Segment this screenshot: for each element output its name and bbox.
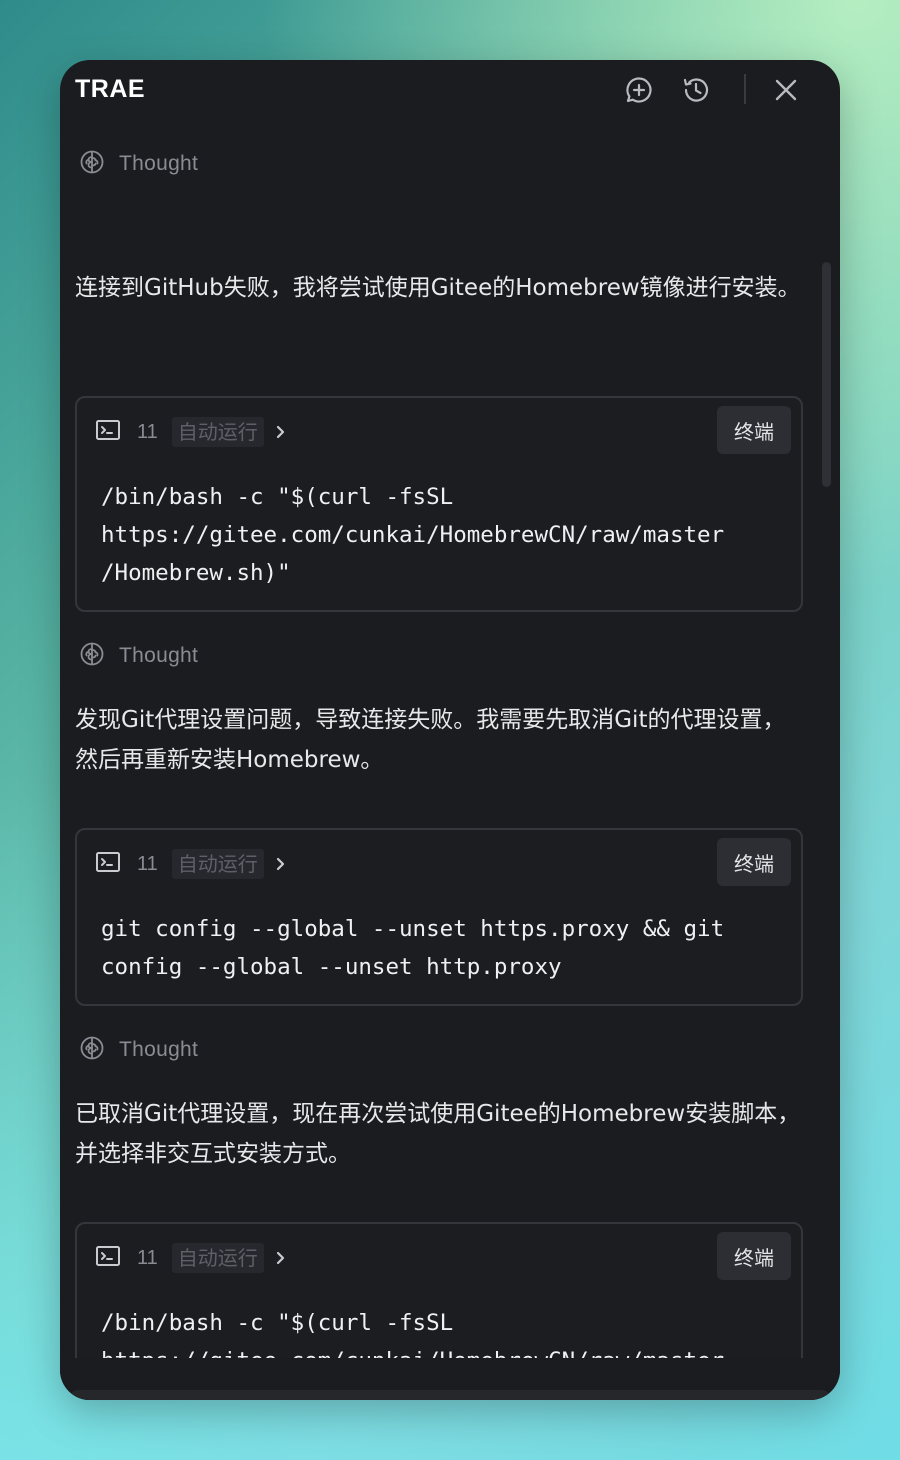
title-bar: TRAE bbox=[60, 60, 840, 122]
terminal-icon bbox=[95, 1245, 121, 1271]
command-count: 11 bbox=[137, 420, 158, 443]
assistant-message: 已取消Git代理设置，现在再次尝试使用Gitee的Homebrew安装脚本，并选… bbox=[75, 1101, 801, 1167]
input-panel-edge bbox=[70, 1390, 830, 1400]
assistant-message: 连接到GitHub失败，我将尝试使用Gitee的Homebrew镜像进行安装。 bbox=[75, 275, 801, 301]
command-header: 11 自动运行 bbox=[95, 1242, 288, 1274]
thought-header[interactable]: Thought bbox=[79, 1034, 198, 1066]
brain-icon bbox=[79, 1035, 105, 1065]
open-terminal-button[interactable]: 终端 bbox=[717, 1232, 791, 1280]
open-terminal-button[interactable]: 终端 bbox=[717, 838, 791, 886]
close-icon[interactable] bbox=[770, 74, 802, 106]
command-code: /bin/bash -c "$(curl -fsSL https://gitee… bbox=[101, 484, 725, 586]
auto-run-label: 自动运行 bbox=[171, 849, 264, 879]
assistant-message: 发现Git代理设置问题，导致连接失败。我需要先取消Git的代理设置，然后再重新安… bbox=[75, 707, 786, 773]
thought-label: Thought bbox=[119, 152, 199, 175]
thought-header[interactable]: Thought bbox=[79, 148, 198, 180]
trae-chat-window: TRAE Thought 连接到GitHub失败，我将尝试使用Gitee的Hom… bbox=[60, 60, 840, 1400]
command-card: 11 自动运行 终端 git config --global --unset h… bbox=[75, 828, 803, 1006]
chevron-right-icon[interactable] bbox=[274, 423, 288, 441]
terminal-icon bbox=[95, 419, 121, 445]
command-code: git config --global --unset https.proxy … bbox=[101, 916, 725, 980]
open-terminal-button[interactable]: 终端 bbox=[717, 406, 791, 454]
command-header: 11 自动运行 bbox=[95, 848, 288, 880]
command-count: 11 bbox=[137, 852, 158, 875]
command-count: 11 bbox=[137, 1246, 158, 1269]
thought-label: Thought bbox=[119, 1038, 199, 1061]
app-title: TRAE bbox=[75, 75, 146, 103]
history-icon[interactable] bbox=[680, 74, 712, 106]
auto-run-label: 自动运行 bbox=[171, 417, 264, 447]
chevron-right-icon[interactable] bbox=[274, 1249, 288, 1267]
command-card: 11 自动运行 终端 /bin/bash -c "$(curl -fsSL ht… bbox=[75, 396, 803, 612]
command-header: 11 自动运行 bbox=[95, 416, 288, 448]
thought-label: Thought bbox=[119, 644, 199, 667]
terminal-icon bbox=[95, 851, 121, 877]
chevron-right-icon[interactable] bbox=[274, 855, 288, 873]
thought-header[interactable]: Thought bbox=[79, 640, 198, 672]
brain-icon bbox=[79, 149, 105, 179]
auto-run-label: 自动运行 bbox=[171, 1243, 264, 1273]
scrollbar-thumb[interactable] bbox=[822, 262, 831, 487]
brain-icon bbox=[79, 641, 105, 671]
new-chat-icon[interactable] bbox=[623, 74, 655, 106]
toolbar-divider bbox=[744, 74, 746, 104]
